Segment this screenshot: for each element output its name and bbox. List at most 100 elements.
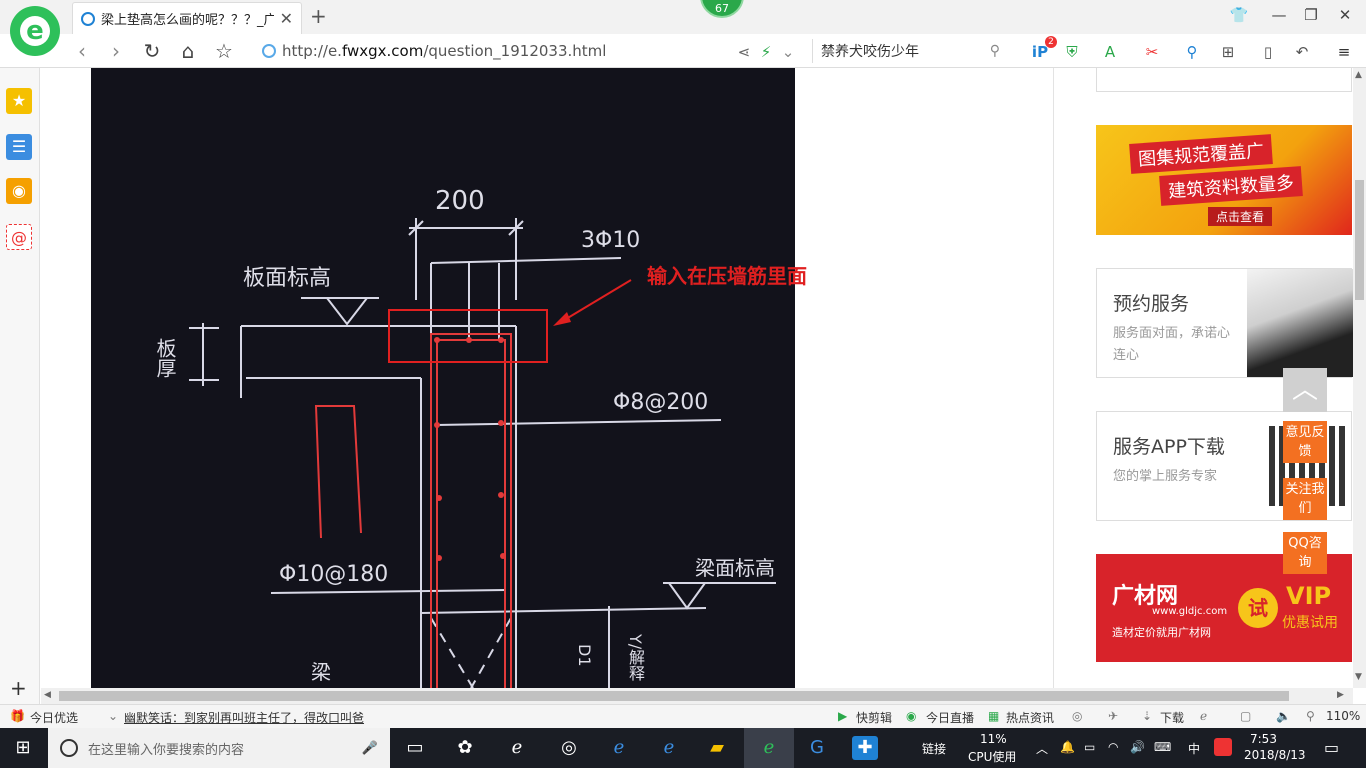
top-partial-card[interactable] [1096, 68, 1352, 92]
browser-logo[interactable]: e [10, 6, 60, 56]
score-badge[interactable]: 67 [700, 0, 744, 18]
chevron-down-icon[interactable]: ⌄ [778, 42, 798, 62]
scroll-down-arrow-icon[interactable]: ▼ [1355, 672, 1362, 682]
favorite-star-button[interactable]: ☆ [210, 39, 238, 63]
windows-taskbar: ⊞ 在这里输入你要搜索的内容 🎤 ▭ ✿ ℯ ◎ ℯ ℯ ▰ ℯ G ✚ 链接 … [0, 728, 1366, 768]
ie-taskbar-icon[interactable]: ℯ [656, 736, 682, 760]
edge-icon[interactable]: ℯ [606, 736, 632, 760]
shirt-icon[interactable]: 👕 [1224, 6, 1254, 24]
undo-icon[interactable]: ↶ [1292, 42, 1312, 62]
sogou-ime-icon[interactable] [1214, 738, 1232, 756]
glodon-app-icon[interactable]: G [804, 736, 830, 760]
today-pick-link[interactable]: 今日优选 [30, 709, 78, 726]
translate-icon[interactable]: A [1100, 42, 1120, 62]
email-icon[interactable]: @ [6, 224, 32, 250]
download-link[interactable]: 下载 [1160, 709, 1184, 726]
ad-line1: 图集规范覆盖广 [1129, 134, 1273, 174]
folder-icon[interactable]: ▰ [704, 736, 730, 760]
taskbar-search-box[interactable]: 在这里输入你要搜索的内容 🎤 [48, 728, 390, 768]
magnifier-icon[interactable]: ⚲ [1182, 42, 1202, 62]
cpu-label: CPU使用 [968, 750, 1017, 764]
scroll-up-arrow-icon[interactable]: ▲ [1355, 70, 1362, 80]
handshake-image [1247, 269, 1353, 377]
ad-banner-atlas[interactable]: 图集规范覆盖广 建筑资料数量多 点击查看 [1096, 125, 1352, 235]
tab-close-icon[interactable]: ✕ [280, 9, 293, 28]
feedback-button[interactable]: 意见反馈 [1283, 421, 1327, 463]
clock-date[interactable]: 2018/8/13 [1244, 748, 1306, 762]
battery-icon[interactable]: ▭ [1084, 740, 1095, 754]
pin-icon[interactable]: ✈ [1108, 709, 1118, 723]
search-input[interactable]: 禁养犬咬伤少年 [821, 41, 919, 61]
microphone-icon[interactable]: 🎤 [362, 741, 390, 756]
favorites-star-icon[interactable]: ★ [6, 88, 32, 114]
zoom-level[interactable]: 110% [1326, 709, 1360, 723]
volume-icon[interactable]: 🔊 [1130, 740, 1145, 754]
ad-cta-button[interactable]: 点击查看 [1208, 207, 1273, 226]
tray-bell-icon[interactable]: 🔔 [1060, 740, 1075, 754]
lightning-icon[interactable]: ⚡ [756, 42, 776, 62]
card-appointment[interactable]: 预约服务 服务面对面，承诺心连心 [1096, 268, 1353, 378]
forward-button[interactable]: › [102, 39, 130, 63]
qq-consult-button[interactable]: QQ咨询 [1283, 532, 1327, 574]
ime-indicator[interactable]: 中 [1188, 740, 1200, 757]
home-button[interactable]: ⌂ [174, 39, 202, 63]
cad-drawing-image: 200 3Φ10 板面标高 板厚 Φ8@200 Φ10@180 梁面标高 梁 D… [91, 68, 795, 688]
add-sidebar-button[interactable]: + [10, 676, 27, 700]
hot-news-link[interactable]: 热点资讯 [1006, 709, 1054, 726]
reader-list-icon[interactable]: ☰ [6, 134, 32, 160]
minimize-button[interactable]: — [1264, 6, 1294, 24]
browser-tab[interactable]: 梁上垫高怎么画的呢？？？_广联 ✕ [72, 2, 302, 34]
wifi-icon[interactable]: ◠ [1108, 740, 1118, 754]
share-icon[interactable]: ⋖ [734, 42, 754, 62]
address-bar[interactable]: http://e.fwxgx.com/question_1912033.html [256, 37, 806, 65]
fan-app-icon[interactable]: ✿ [452, 736, 478, 760]
restore-button[interactable]: ❐ [1296, 6, 1326, 24]
scissors-icon[interactable]: ✂ [1142, 42, 1162, 62]
menu-icon[interactable]: ≡ [1334, 42, 1354, 62]
links-label[interactable]: 链接 [922, 740, 946, 757]
tablet-icon[interactable]: ▯ [1258, 42, 1278, 62]
chevron-down-icon[interactable]: ⌄ [108, 709, 118, 723]
window-icon[interactable]: ▢ [1240, 709, 1251, 723]
back-to-top-button[interactable]: ︿ [1283, 368, 1327, 412]
joke-link[interactable]: 幽默笑话：到家别再叫班主任了，得改口叫爸 [124, 709, 364, 726]
refresh-button[interactable]: ↻ [138, 39, 166, 63]
follow-us-button[interactable]: 关注我们 [1283, 478, 1327, 520]
close-window-button[interactable]: ✕ [1330, 6, 1360, 24]
live-link[interactable]: 今日直播 [926, 709, 974, 726]
spiral-app-icon[interactable]: ◎ [556, 736, 582, 760]
speed-icon[interactable]: ◎ [1072, 709, 1082, 723]
apps-grid-icon[interactable]: ⊞ [1218, 42, 1238, 62]
keyboard-icon[interactable]: ⌨ [1154, 740, 1171, 754]
task-view-icon[interactable]: ▭ [402, 736, 428, 760]
beam-label: 梁 [311, 660, 331, 684]
search-icon[interactable]: ⚲ [990, 43, 1000, 59]
horizontal-scroll-thumb[interactable] [59, 691, 1289, 701]
plus-app-icon[interactable]: ✚ [852, 736, 878, 760]
quick-cut-link[interactable]: 快剪辑 [856, 709, 892, 726]
zoom-icon: ⚲ [1306, 709, 1315, 723]
ie-icon[interactable]: ℯ [1200, 709, 1207, 723]
taskbar-search-input[interactable]: 在这里输入你要搜索的内容 [88, 739, 352, 758]
search-box[interactable]: 禁养犬咬伤少年 ⚲ [812, 39, 1008, 63]
clock-time[interactable]: 7:53 [1250, 732, 1277, 746]
active-app-highlight[interactable]: ℯ [744, 728, 794, 768]
mute-icon[interactable]: 🔈 [1276, 709, 1291, 723]
tab-title: 梁上垫高怎么画的呢？？？_广联 [101, 13, 274, 28]
scroll-left-arrow-icon[interactable]: ◀ [44, 690, 51, 700]
horizontal-scrollbar[interactable]: ◀ ▶ [41, 688, 1353, 704]
360-browser-icon: ℯ [763, 737, 775, 758]
e-browser-icon[interactable]: ℯ [504, 736, 530, 760]
shield-icon[interactable]: ⛨ [1062, 42, 1082, 62]
weibo-icon[interactable]: ◉ [6, 178, 32, 204]
vertical-scrollbar[interactable]: ▲ ▼ [1353, 68, 1366, 688]
tray-up-icon[interactable]: ︿ [1036, 740, 1048, 757]
new-tab-button[interactable]: + [310, 4, 327, 28]
back-button[interactable]: ‹ [68, 39, 96, 63]
globe-icon [262, 44, 276, 58]
notification-center-icon[interactable]: ▭ [1324, 738, 1339, 757]
windows-start-icon[interactable]: ⊞ [10, 736, 36, 760]
scroll-right-arrow-icon[interactable]: ▶ [1337, 690, 1344, 700]
bottom-rebar-label: Φ10@180 [279, 562, 389, 587]
vertical-scroll-thumb[interactable] [1355, 180, 1364, 300]
